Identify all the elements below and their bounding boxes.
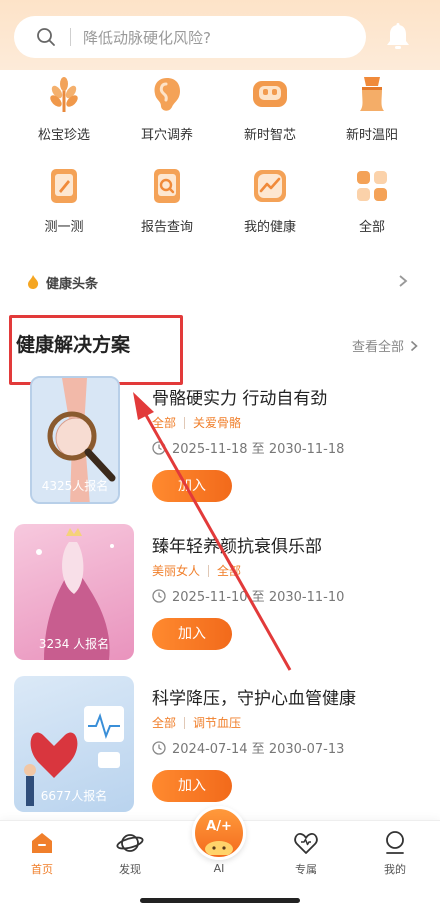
tab-ai-label[interactable]: AI (192, 862, 246, 875)
tab-label: 专属 (295, 863, 317, 876)
chevron-right-icon[interactable] (398, 274, 408, 288)
tag: 全部 (152, 716, 177, 730)
tag: 关爱骨骼 (193, 416, 242, 430)
heart-icon (294, 833, 318, 854)
tag-divider (184, 416, 186, 429)
grid-item-report[interactable]: 报告查询 (117, 166, 217, 235)
highlight-box (9, 315, 183, 385)
grid-label: 新时温阳 (345, 128, 398, 143)
flame-icon (28, 275, 39, 289)
grid-item-moxa[interactable]: 新时温阳 (322, 74, 422, 143)
user-icon (386, 831, 404, 854)
date-range: 2025-11-10 至 2030-11-10 (172, 590, 345, 605)
home-indicator (140, 898, 300, 903)
date-range: 2024-07-14 至 2030-07-13 (172, 742, 345, 757)
grid-item-quiz[interactable]: 测一测 (14, 166, 114, 235)
tab-label: 我的 (384, 863, 406, 876)
join-button[interactable]: 加入 (152, 770, 232, 802)
grid-item-ear[interactable]: 耳穴调养 (117, 74, 217, 143)
clock-icon (152, 440, 166, 455)
headlines-title: 健康头条 (46, 276, 99, 292)
tab-label: 首页 (31, 863, 53, 876)
tab-home[interactable]: 首页 (12, 829, 72, 877)
clock-icon (152, 588, 166, 603)
card-tags: 美丽女人 全部 (152, 562, 241, 579)
ai-badge-text: A/+ (206, 819, 232, 834)
tag-divider (184, 716, 186, 729)
search-placeholder[interactable]: 降低动脉硬化风险? (83, 27, 211, 48)
card-title: 骨骼硬实力 行动自有劲 (152, 389, 328, 409)
tab-discover[interactable]: 发现 (100, 829, 160, 877)
ai-assistant-button[interactable]: A/+ (192, 806, 246, 860)
grid-item-my-health[interactable]: 我的健康 (220, 166, 320, 235)
bell-icon[interactable] (384, 22, 412, 52)
see-all-label: 查看全部 (351, 340, 404, 355)
solution-card[interactable]: 3234 人报名 臻年轻养颜抗衰俱乐部 美丽女人 全部 2025-11-10 至… (0, 524, 440, 664)
chevron-right-icon (410, 340, 418, 351)
enroll-count: 3234 人报名 (38, 637, 110, 651)
mascot-icon (205, 841, 233, 855)
tag: 美丽女人 (152, 564, 201, 578)
grid-label: 我的健康 (243, 220, 296, 235)
top-header: 降低动脉硬化风险? (0, 0, 440, 70)
moxa-icon (360, 77, 384, 111)
solution-card[interactable]: 4325人报名 骨骼硬实力 行动自有劲 全部 关爱骨骼 2025-11-18 至… (0, 376, 440, 516)
enroll-count: 6677人报名 (40, 789, 108, 803)
all-grid-icon (357, 171, 387, 201)
card-date: 2025-11-10 至 2030-11-10 (152, 586, 344, 605)
grid-label: 测一测 (44, 220, 84, 235)
grid-item-all[interactable]: 全部 (322, 166, 422, 235)
card-thumbnail: 4325人报名 (30, 376, 120, 504)
report-icon (154, 169, 180, 203)
search-icon (37, 28, 55, 46)
wheat-icon (50, 77, 78, 112)
chip-icon (253, 81, 287, 107)
health-headlines[interactable]: 健康头条 (0, 262, 440, 302)
card-title: 臻年轻养颜抗衰俱乐部 (152, 537, 322, 557)
grid-label: 报告查询 (140, 220, 193, 235)
grid-item-songbao[interactable]: 松宝珍选 (14, 74, 114, 143)
planet-icon (116, 834, 144, 852)
card-date: 2024-07-14 至 2030-07-13 (152, 738, 344, 757)
join-button[interactable]: 加入 (152, 618, 232, 650)
search-divider (70, 28, 71, 46)
grid-label: 松宝珍选 (37, 128, 90, 143)
grid-item-chip[interactable]: 新时智芯 (220, 74, 320, 143)
join-button[interactable]: 加入 (152, 470, 232, 502)
tag: 全部 (217, 564, 242, 578)
tab-label: 发现 (119, 863, 141, 876)
tag-divider (208, 564, 210, 577)
card-tags: 全部 关爱骨骼 (152, 414, 241, 431)
card-thumbnail: 3234 人报名 (14, 524, 134, 660)
health-chart-icon (254, 170, 286, 202)
quiz-icon (51, 169, 77, 203)
grid-label: 新时智芯 (243, 128, 296, 143)
clock-icon (152, 740, 166, 755)
tab-exclusive[interactable]: 专属 (276, 829, 336, 877)
see-all-link[interactable]: 查看全部 (352, 336, 418, 355)
card-date: 2025-11-18 至 2030-11-18 (152, 438, 344, 457)
solution-card[interactable]: 6677人报名 科学降压，守护心血管健康 全部 调节血压 2024-07-14 … (0, 676, 440, 816)
home-icon (32, 833, 52, 853)
ear-icon (154, 78, 180, 111)
tag: 调节血压 (193, 716, 242, 730)
grid-label: 耳穴调养 (140, 128, 193, 143)
date-range: 2025-11-18 至 2030-11-18 (172, 442, 345, 457)
feature-grid: 松宝珍选 耳穴调养 新时智芯 新时温阳 测一测 报告查询 我的健康 全部 (0, 70, 440, 250)
card-thumbnail: 6677人报名 (14, 676, 134, 812)
search-bar[interactable]: 降低动脉硬化风险? (14, 16, 366, 58)
grid-label: 全部 (358, 220, 385, 235)
card-title: 科学降压，守护心血管健康 (152, 689, 356, 709)
tab-mine[interactable]: 我的 (365, 829, 425, 877)
enroll-count: 4325人报名 (41, 479, 109, 493)
card-tags: 全部 调节血压 (152, 714, 241, 731)
tag: 全部 (152, 416, 177, 430)
